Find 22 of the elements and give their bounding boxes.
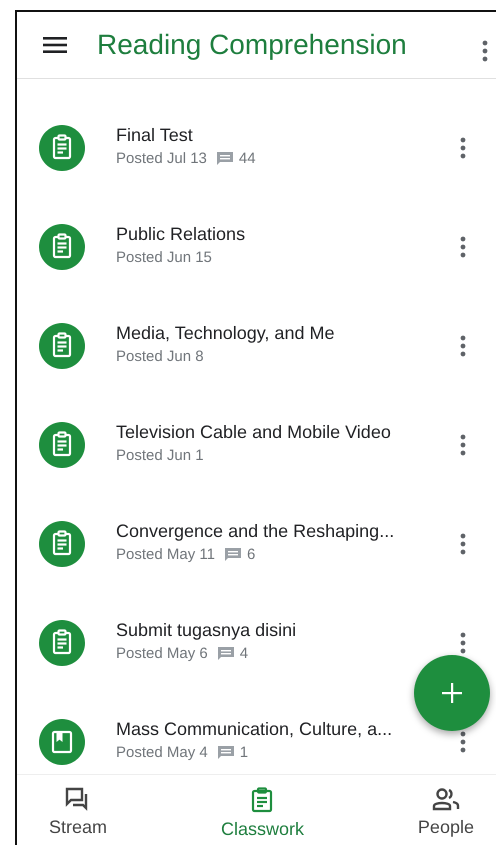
posted-date: Posted Jun 15 [116, 249, 212, 266]
comment-count: 4 [240, 645, 248, 662]
posted-date: Posted Jun 1 [116, 447, 204, 464]
item-title[interactable]: Television Cable and Mobile Video [116, 422, 391, 443]
posted-date: Posted May 6 [116, 645, 208, 662]
item-title[interactable]: Public Relations [116, 224, 246, 245]
item-title[interactable]: Mass Communication, Culture, a... [116, 719, 392, 740]
nav-tab[interactable]: Stream [37, 783, 120, 845]
class-title: Reading Comprehension [97, 29, 408, 61]
item-title[interactable]: Media, Technology, and Me [116, 323, 334, 344]
item-title[interactable]: Convergence and the Reshaping... [116, 521, 394, 542]
comment-count: 44 [238, 150, 256, 167]
nav-tab[interactable]: Classwork [208, 783, 316, 845]
nav-tab[interactable]: People [406, 783, 486, 845]
posted-date: Posted Jun 8 [116, 348, 204, 365]
comment-count: 6 [246, 546, 256, 563]
comment-count: 1 [240, 744, 248, 761]
posted-date: Posted May 4 [116, 744, 208, 761]
item-title[interactable]: Submit tugasnya disini [116, 620, 296, 641]
item-title[interactable]: Final Test [116, 125, 193, 146]
posted-date: Posted May 11 [116, 546, 215, 563]
posted-date: Posted Jul 13 [116, 150, 207, 167]
